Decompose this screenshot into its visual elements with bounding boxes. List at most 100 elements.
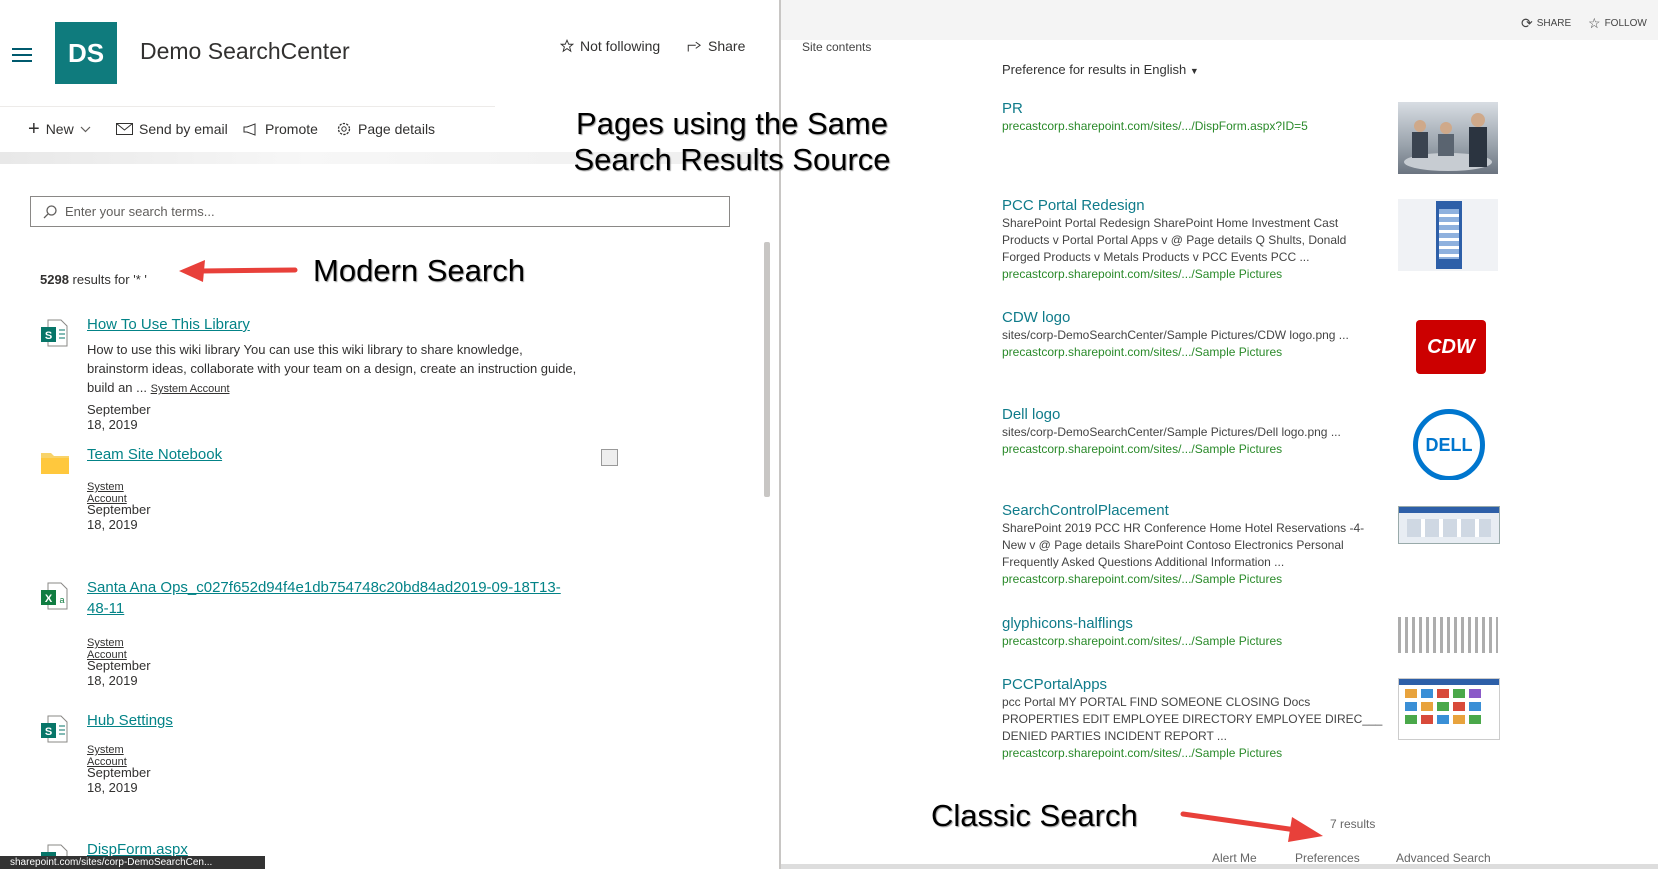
classic-result-description: pcc Portal MY PORTAL FIND SOMEONE CLOSIN…	[1002, 695, 1383, 743]
result-date: September 18, 2019	[87, 658, 151, 688]
vertical-scrollbar[interactable]	[764, 242, 770, 497]
search-icon	[43, 204, 57, 218]
classic-result-url[interactable]: precastcorp.sharepoint.com/sites/.../Sam…	[1002, 745, 1387, 762]
sharepoint-page-icon: S	[41, 715, 68, 743]
classic-result: glyphicons-halflings precastcorp.sharepo…	[1002, 614, 1387, 650]
preference-label: Preference for results in	[1002, 62, 1141, 77]
annotation-modern: Modern Search	[313, 253, 525, 288]
caret-down-icon[interactable]: ▼	[1190, 66, 1199, 76]
result-title-line1[interactable]: Santa Ana Ops_c027f652d94f4e1db754748c20…	[87, 579, 561, 596]
sharepoint-page-icon: S	[41, 319, 68, 347]
glyph-grid-thumbnail[interactable]	[1398, 617, 1498, 653]
meeting-photo-image	[1404, 113, 1492, 171]
search-input[interactable]: Enter your search terms...	[65, 204, 215, 219]
mail-icon	[116, 123, 133, 135]
annotation-classic: Classic Search	[931, 798, 1138, 833]
hamburger-menu-icon[interactable]	[12, 44, 32, 66]
result-date: September 18, 2019	[87, 502, 151, 532]
star-icon	[560, 39, 574, 53]
classic-result-url[interactable]: precastcorp.sharepoint.com/sites/.../Sam…	[1002, 571, 1387, 588]
classic-result-title[interactable]: PCCPortalApps	[1002, 675, 1387, 694]
portal-screenshot-thumbnail[interactable]	[1398, 199, 1498, 271]
chevron-down-icon	[80, 126, 91, 132]
classic-result-title[interactable]: PR	[1002, 99, 1387, 118]
result-title[interactable]: How To Use This Library	[87, 316, 250, 333]
apps-tiles-header	[1399, 679, 1499, 685]
star-icon: ☆	[1588, 15, 1601, 31]
classic-result: PCC Portal Redesign SharePoint Portal Re…	[1002, 196, 1387, 283]
search-box[interactable]: Enter your search terms...	[30, 196, 730, 227]
preferences-link[interactable]: Preferences	[1295, 851, 1360, 865]
classic-follow-button[interactable]: ☆ FOLLOW	[1588, 15, 1647, 32]
result-date: September 18, 2019	[87, 402, 151, 432]
arrow-to-modern-count	[179, 260, 298, 282]
share-button[interactable]: Share	[687, 38, 745, 54]
classic-result: PCCPortalApps pcc Portal MY PORTAL FIND …	[1002, 675, 1387, 762]
page-details-button[interactable]: Page details	[336, 121, 435, 137]
promote-button[interactable]: Promote	[243, 121, 318, 137]
alert-me-link[interactable]: Alert Me	[1212, 851, 1257, 865]
plus-icon: +	[28, 118, 40, 140]
classic-result: Dell logo sites/corp-DemoSearchCenter/Sa…	[1002, 405, 1387, 458]
annotation-title: Pages using the Same Search Results Sour…	[572, 106, 892, 178]
dell-logo-image: DELL	[1413, 409, 1485, 480]
share-label: Share	[708, 38, 746, 54]
cdw-logo-image: CDW	[1416, 320, 1486, 374]
share-icon	[687, 41, 701, 51]
classic-result-title[interactable]: Dell logo	[1002, 405, 1387, 424]
result-title[interactable]: Team Site Notebook	[87, 446, 222, 463]
megaphone-icon	[243, 122, 256, 136]
results-count: 5298 results for '* '	[40, 272, 147, 287]
folder-icon	[41, 453, 69, 474]
dell-logo-thumbnail[interactable]: DELL	[1398, 408, 1498, 480]
results-query: results for '* '	[68, 272, 147, 287]
meeting-photo-thumbnail[interactable]	[1398, 102, 1498, 174]
svg-text:S: S	[45, 330, 52, 342]
results-number: 5298	[40, 272, 69, 287]
classic-result-url[interactable]: precastcorp.sharepoint.com/sites/.../Sam…	[1002, 633, 1387, 650]
result-author[interactable]: System Account	[151, 383, 230, 395]
svg-text:X: X	[45, 593, 53, 605]
classic-result-title[interactable]: CDW logo	[1002, 308, 1387, 327]
classic-result-count: 7 results	[1330, 817, 1376, 831]
result-title[interactable]: Hub Settings	[87, 712, 173, 729]
classic-result-url[interactable]: precastcorp.sharepoint.com/sites/.../Dis…	[1002, 118, 1387, 135]
command-bar-divider	[0, 106, 495, 107]
svg-text:S: S	[45, 726, 52, 738]
annotation-title-line2: Search Results Source	[573, 142, 891, 177]
new-button[interactable]: + New	[28, 118, 91, 140]
promote-label: Promote	[265, 121, 318, 137]
result-description: How to use this wiki library You can use…	[87, 340, 577, 399]
classic-result-title[interactable]: PCC Portal Redesign	[1002, 196, 1387, 215]
site-title[interactable]: Demo SearchCenter	[140, 38, 350, 65]
classic-result-title[interactable]: glyphicons-halflings	[1002, 614, 1387, 633]
sync-icon: ⟳	[1521, 15, 1533, 31]
excel-file-icon: Xa	[41, 582, 68, 610]
page-screenshot-thumbnail[interactable]	[1398, 506, 1500, 544]
classic-share-button[interactable]: ⟳ SHARE	[1521, 15, 1571, 32]
classic-result-title[interactable]: SearchControlPlacement	[1002, 501, 1387, 520]
classic-result-url[interactable]: precastcorp.sharepoint.com/sites/.../Sam…	[1002, 344, 1387, 361]
status-bar-url: sharepoint.com/sites/corp-DemoSearchCen.…	[0, 856, 265, 869]
site-logo[interactable]: DS	[55, 22, 117, 84]
preference-line: Preference for results in English ▼	[1002, 62, 1199, 77]
language-dropdown[interactable]: English	[1144, 62, 1187, 77]
result-date: September 18, 2019	[87, 765, 151, 795]
follow-label: Not following	[580, 38, 661, 54]
classic-result-url[interactable]: precastcorp.sharepoint.com/sites/.../Sam…	[1002, 441, 1387, 458]
site-contents-link[interactable]: Site contents	[802, 40, 871, 54]
apps-tiles-thumbnail[interactable]	[1398, 678, 1500, 740]
send-by-email-button[interactable]: Send by email	[116, 121, 228, 137]
cdw-logo-thumbnail[interactable]: CDW	[1398, 311, 1498, 383]
horizontal-scrollbar[interactable]	[781, 864, 1658, 869]
advanced-search-link[interactable]: Advanced Search	[1396, 851, 1491, 865]
classic-result-url[interactable]: precastcorp.sharepoint.com/sites/.../Sam…	[1002, 266, 1387, 283]
page-screenshot-body	[1407, 519, 1491, 537]
result-title-line2[interactable]: 48-11	[87, 600, 124, 617]
svg-text:a: a	[59, 595, 64, 605]
classic-result: PR precastcorp.sharepoint.com/sites/.../…	[1002, 99, 1387, 135]
follow-button[interactable]: Not following	[560, 38, 660, 54]
gear-icon	[337, 122, 351, 136]
classic-result-description: sites/corp-DemoSearchCenter/Sample Pictu…	[1002, 425, 1341, 439]
apps-tiles-grid	[1405, 689, 1493, 724]
